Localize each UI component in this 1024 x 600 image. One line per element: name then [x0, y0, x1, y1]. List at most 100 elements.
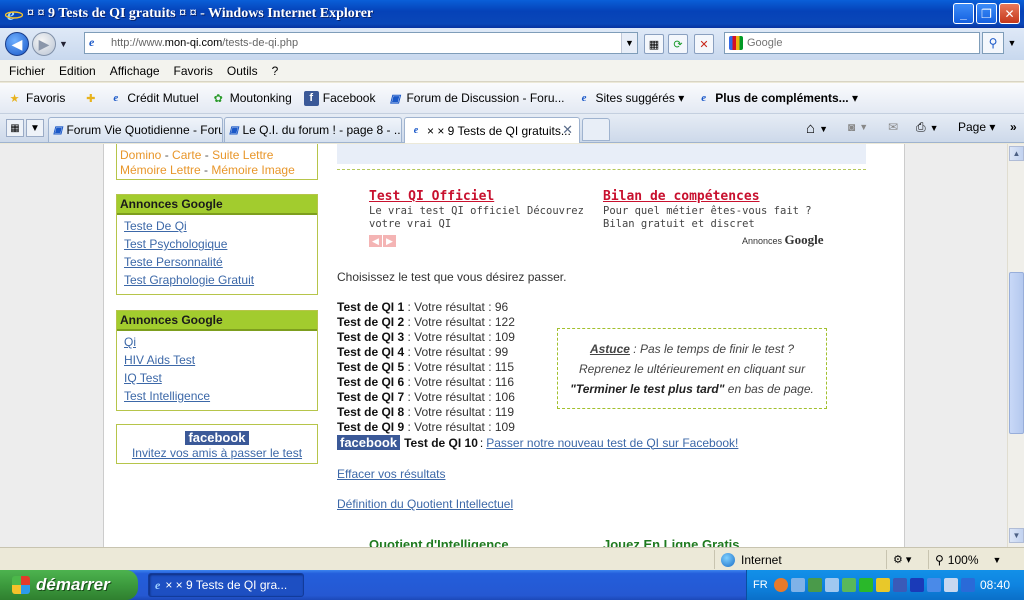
- address-bar[interactable]: e http://www.mon-qi.com/tests-de-qi.php …: [84, 32, 638, 54]
- vertical-scrollbar[interactable]: ▲ ▼: [1007, 144, 1024, 547]
- print-button[interactable]: ⎙ ▼: [916, 120, 939, 135]
- feeds-button[interactable]: ◙ ▼: [848, 120, 868, 134]
- maximize-button[interactable]: ❐: [976, 3, 997, 24]
- facebook-test-link[interactable]: Passer notre nouveau test de QI sur Face…: [486, 436, 738, 450]
- ad-title[interactable]: Test QI Officiel: [369, 189, 589, 204]
- address-dropdown-icon[interactable]: ▼: [621, 33, 637, 53]
- ad-prev-icon[interactable]: ◀: [369, 235, 382, 247]
- history-dropdown-icon[interactable]: ▼: [59, 39, 68, 49]
- forward-button[interactable]: ▶: [32, 32, 56, 56]
- arrow-left-tray-icon[interactable]: [773, 578, 788, 592]
- globe-icon: [721, 552, 735, 567]
- link-memoire-lettre[interactable]: Mémoire Lettre: [120, 163, 201, 177]
- menu-fichier[interactable]: Fichier: [0, 64, 52, 78]
- facebook-icon: f: [303, 90, 319, 106]
- ad-link[interactable]: Qi: [117, 333, 317, 351]
- menu-outils[interactable]: Outils: [220, 64, 265, 78]
- back-button[interactable]: ◀: [5, 32, 29, 56]
- security-icon[interactable]: [960, 578, 975, 592]
- close-button[interactable]: ✕: [999, 3, 1020, 24]
- link-suite-lettre[interactable]: Suite Lettre: [212, 148, 273, 162]
- annonces-google-label[interactable]: Annonces Google: [742, 232, 824, 248]
- network-icon[interactable]: [824, 578, 839, 592]
- new-tab-button[interactable]: [582, 118, 610, 141]
- sidebar-test-links: Domino - Carte - Suite Lettre Mémoire Le…: [116, 144, 318, 180]
- ad-next-icon[interactable]: ▶: [383, 235, 396, 247]
- tab-tests-qi[interactable]: e × × 9 Tests de QI gratuits... ✕: [404, 117, 580, 143]
- search-box[interactable]: [724, 32, 980, 54]
- more-commands-icon[interactable]: »: [1010, 120, 1017, 134]
- link-memoire-image[interactable]: Mémoire Image: [211, 163, 294, 177]
- menu-edition[interactable]: Edition: [52, 64, 103, 78]
- taskbar-window-button[interactable]: e × × 9 Tests de QI gra...: [148, 573, 304, 597]
- scroll-up-icon[interactable]: ▲: [1009, 146, 1024, 161]
- astuce-title: Astuce: [589, 342, 630, 356]
- fav-credit-mutuel[interactable]: e Crédit Mutuel: [108, 91, 198, 106]
- display-icon[interactable]: [926, 578, 941, 592]
- top-info-band: [337, 144, 866, 164]
- clock: 08:40: [979, 578, 1010, 592]
- fav-forum-discussion[interactable]: ▣ Forum de Discussion - Foru...: [387, 91, 565, 106]
- ad-link[interactable]: Teste De Qi: [117, 217, 317, 235]
- tab-bar: ▦ ▼ ▣ Forum Vie Quotidienne - Foru... ▣ …: [0, 114, 1024, 143]
- ad-link[interactable]: IQ Test: [117, 369, 317, 387]
- facebook-logo[interactable]: facebook: [185, 431, 249, 445]
- menu-affichage[interactable]: Affichage: [103, 64, 167, 78]
- tab-forum-vie-quotidienne[interactable]: ▣ Forum Vie Quotidienne - Foru...: [48, 117, 223, 142]
- ad-title[interactable]: Bilan de compétences: [603, 189, 823, 204]
- ad-link[interactable]: Test Graphologie Gratuit: [117, 271, 317, 289]
- tab-list-icon[interactable]: ▼: [26, 119, 44, 137]
- ad-title[interactable]: Quotient d'Intelligence: [369, 537, 509, 547]
- battery-icon[interactable]: [892, 578, 907, 592]
- link-domino[interactable]: Domino: [120, 148, 161, 162]
- scroll-down-icon[interactable]: ▼: [1009, 528, 1024, 543]
- menu-help[interactable]: ?: [265, 64, 286, 78]
- update-icon[interactable]: [875, 578, 890, 592]
- erase-results-link[interactable]: Effacer vos résultats: [337, 467, 446, 481]
- fav-moutonking[interactable]: ✿ Moutonking: [211, 91, 292, 106]
- address-url[interactable]: http://www.mon-qi.com/tests-de-qi.php: [111, 37, 298, 49]
- menu-favoris[interactable]: Favoris: [167, 64, 220, 78]
- page-menu-button[interactable]: Page ▾: [958, 120, 995, 134]
- volume-icon[interactable]: [943, 578, 958, 592]
- search-input[interactable]: [747, 37, 967, 49]
- definition-qi-link[interactable]: Définition du Quotient Intellectuel: [337, 497, 513, 511]
- fav-facebook[interactable]: f Facebook: [303, 90, 375, 106]
- minimize-button[interactable]: _: [953, 3, 974, 24]
- tab-qi-forum[interactable]: ▣ Le Q.I. du forum ! - page 8 - ...: [224, 117, 402, 142]
- ad-link[interactable]: HIV Aids Test: [117, 351, 317, 369]
- mail-icon: ✉: [888, 120, 899, 134]
- fav-plus-complements[interactable]: e Plus de compléments... ▾: [696, 91, 858, 106]
- home-button[interactable]: ⌂ ▼: [806, 120, 828, 137]
- ad-block: Test QI Officiel Le vrai test QI officie…: [369, 189, 589, 231]
- protected-mode-icon[interactable]: ⚙ ▾: [886, 550, 926, 569]
- start-button[interactable]: démarrer: [0, 570, 138, 600]
- ad-link[interactable]: Teste Personnalité: [117, 253, 317, 271]
- antivirus-icon[interactable]: [858, 578, 873, 592]
- link-carte[interactable]: Carte: [172, 148, 201, 162]
- search-button[interactable]: ⚲: [982, 32, 1004, 54]
- network-icon[interactable]: [790, 578, 805, 592]
- scroll-thumb[interactable]: [1009, 272, 1024, 434]
- stop-icon[interactable]: ✕: [694, 34, 714, 54]
- compatibility-icon[interactable]: ▦: [644, 34, 664, 54]
- quick-tabs-icon[interactable]: ▦: [6, 119, 24, 137]
- mail-button[interactable]: ✉: [888, 120, 898, 134]
- ad-title[interactable]: Jouez En Ligne Gratis: [603, 537, 740, 547]
- fav-sites-suggeres[interactable]: e Sites suggérés ▾: [577, 91, 685, 106]
- favorites-button[interactable]: ★ Favoris: [7, 91, 66, 106]
- bluetooth-icon[interactable]: [909, 578, 924, 592]
- windows-logo-icon: [12, 576, 30, 594]
- refresh-icon[interactable]: ⟳: [668, 34, 688, 54]
- window-title: ¤ ¤ 9 Tests de QI gratuits ¤ ¤ - Windows…: [27, 6, 374, 21]
- close-tab-icon[interactable]: ✕: [562, 122, 573, 138]
- shield-icon[interactable]: [841, 578, 856, 592]
- users-icon[interactable]: [807, 578, 822, 592]
- invite-friends-link[interactable]: Invitez vos amis à passer le test: [117, 446, 317, 460]
- language-indicator[interactable]: FR: [747, 579, 774, 591]
- search-options-icon[interactable]: ▼: [1005, 32, 1019, 54]
- ad-link[interactable]: Test Psychologique: [117, 235, 317, 253]
- ad-link[interactable]: Test Intelligence: [117, 387, 317, 405]
- add-favorite-button[interactable]: ✚: [83, 91, 102, 106]
- zoom-control[interactable]: ⚲ 100% ▼: [928, 550, 1024, 569]
